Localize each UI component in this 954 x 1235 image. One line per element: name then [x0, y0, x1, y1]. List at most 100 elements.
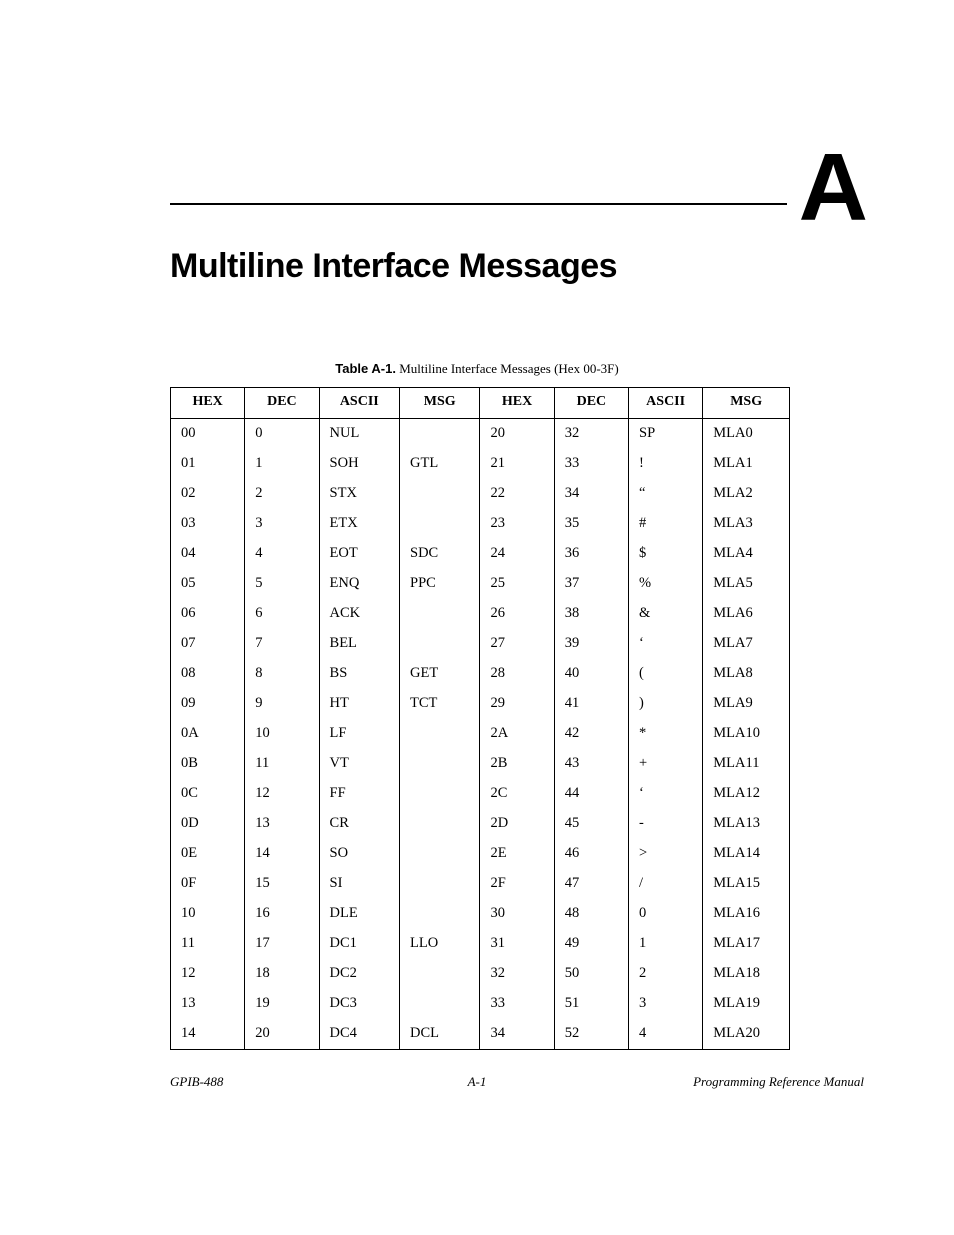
table-cell: 0 — [629, 899, 703, 929]
table-cell: 2E — [480, 839, 554, 869]
table-cell: 04 — [171, 539, 245, 569]
table-cell: 12 — [245, 779, 319, 809]
table-cell — [400, 779, 480, 809]
table-cell: 2D — [480, 809, 554, 839]
table-cell: 43 — [554, 749, 628, 779]
table-cell: SO — [319, 839, 399, 869]
table-cell: MLA6 — [703, 599, 790, 629]
table-cell: 3 — [245, 509, 319, 539]
col-ascii-1: ASCII — [319, 387, 399, 418]
table-caption: Table A-1. Multiline Interface Messages … — [90, 361, 864, 377]
table-cell: MLA14 — [703, 839, 790, 869]
table-cell: - — [629, 809, 703, 839]
table-cell: MLA19 — [703, 989, 790, 1019]
table-row: 099HTTCT2941)MLA9 — [171, 689, 790, 719]
table-cell: 25 — [480, 569, 554, 599]
table-cell: 6 — [245, 599, 319, 629]
table-cell: 3 — [629, 989, 703, 1019]
table-cell: DC1 — [319, 929, 399, 959]
table-cell: EOT — [319, 539, 399, 569]
table-cell — [400, 989, 480, 1019]
table-row: 033ETX2335#MLA3 — [171, 509, 790, 539]
table-cell: 41 — [554, 689, 628, 719]
table-cell: 00 — [171, 418, 245, 449]
table-cell: 1 — [629, 929, 703, 959]
table-row: 0C12FF2C44‘MLA12 — [171, 779, 790, 809]
table-caption-bold: Table A-1. — [335, 361, 396, 376]
table-cell: LLO — [400, 929, 480, 959]
table-cell: BEL — [319, 629, 399, 659]
table-row: 000NUL2032SPMLA0 — [171, 418, 790, 449]
table-cell: DLE — [319, 899, 399, 929]
col-hex-2: HEX — [480, 387, 554, 418]
table-cell — [400, 809, 480, 839]
col-msg-1: MSG — [400, 387, 480, 418]
table-cell: 0 — [245, 418, 319, 449]
table-cell — [400, 629, 480, 659]
table-cell: 35 — [554, 509, 628, 539]
table-cell: 06 — [171, 599, 245, 629]
table-cell: 34 — [480, 1019, 554, 1050]
table-cell: 15 — [245, 869, 319, 899]
table-cell: 10 — [245, 719, 319, 749]
table-cell: 24 — [480, 539, 554, 569]
table-cell: 47 — [554, 869, 628, 899]
table-cell: MLA9 — [703, 689, 790, 719]
table-cell: % — [629, 569, 703, 599]
table-cell: 4 — [629, 1019, 703, 1050]
table-cell: 33 — [480, 989, 554, 1019]
table-cell: 32 — [554, 418, 628, 449]
table-cell: ENQ — [319, 569, 399, 599]
table-cell: 08 — [171, 659, 245, 689]
table-cell: & — [629, 599, 703, 629]
col-ascii-2: ASCII — [629, 387, 703, 418]
table-cell — [400, 839, 480, 869]
table-cell — [400, 509, 480, 539]
table-cell: DCL — [400, 1019, 480, 1050]
table-cell: 2 — [629, 959, 703, 989]
table-cell: MLA3 — [703, 509, 790, 539]
table-header-row: HEX DEC ASCII MSG HEX DEC ASCII MSG — [171, 387, 790, 418]
table-cell: 4 — [245, 539, 319, 569]
table-cell: SI — [319, 869, 399, 899]
table-cell: MLA13 — [703, 809, 790, 839]
table-cell: 46 — [554, 839, 628, 869]
table-cell: ‘ — [629, 779, 703, 809]
col-dec-1: DEC — [245, 387, 319, 418]
table-cell: 05 — [171, 569, 245, 599]
table-cell: 27 — [480, 629, 554, 659]
table-cell: 19 — [245, 989, 319, 1019]
table-cell — [400, 719, 480, 749]
col-hex-1: HEX — [171, 387, 245, 418]
table-cell: 8 — [245, 659, 319, 689]
table-cell: 0B — [171, 749, 245, 779]
table-cell: 17 — [245, 929, 319, 959]
table-row: 088BSGET2840(MLA8 — [171, 659, 790, 689]
table-cell: 2 — [245, 479, 319, 509]
header-rule-wrap: A — [170, 150, 864, 227]
table-cell: 26 — [480, 599, 554, 629]
table-cell: ‘ — [629, 629, 703, 659]
table-cell: HT — [319, 689, 399, 719]
table-cell: MLA17 — [703, 929, 790, 959]
table-row: 044EOTSDC2436$MLA4 — [171, 539, 790, 569]
table-cell: 20 — [480, 418, 554, 449]
table-cell: MLA10 — [703, 719, 790, 749]
table-cell: 14 — [171, 1019, 245, 1050]
table-cell: DC2 — [319, 959, 399, 989]
table-cell: # — [629, 509, 703, 539]
table-cell: 33 — [554, 449, 628, 479]
table-cell: LF — [319, 719, 399, 749]
table-cell: 7 — [245, 629, 319, 659]
col-dec-2: DEC — [554, 387, 628, 418]
table-cell: 2F — [480, 869, 554, 899]
table-cell: 16 — [245, 899, 319, 929]
table-cell: SDC — [400, 539, 480, 569]
table-cell: FF — [319, 779, 399, 809]
page: A Multiline Interface Messages Table A-1… — [0, 0, 954, 1235]
table-row: 1218DC232502MLA18 — [171, 959, 790, 989]
table-cell: MLA16 — [703, 899, 790, 929]
table-cell: 5 — [245, 569, 319, 599]
table-cell: 30 — [480, 899, 554, 929]
table-cell: 18 — [245, 959, 319, 989]
